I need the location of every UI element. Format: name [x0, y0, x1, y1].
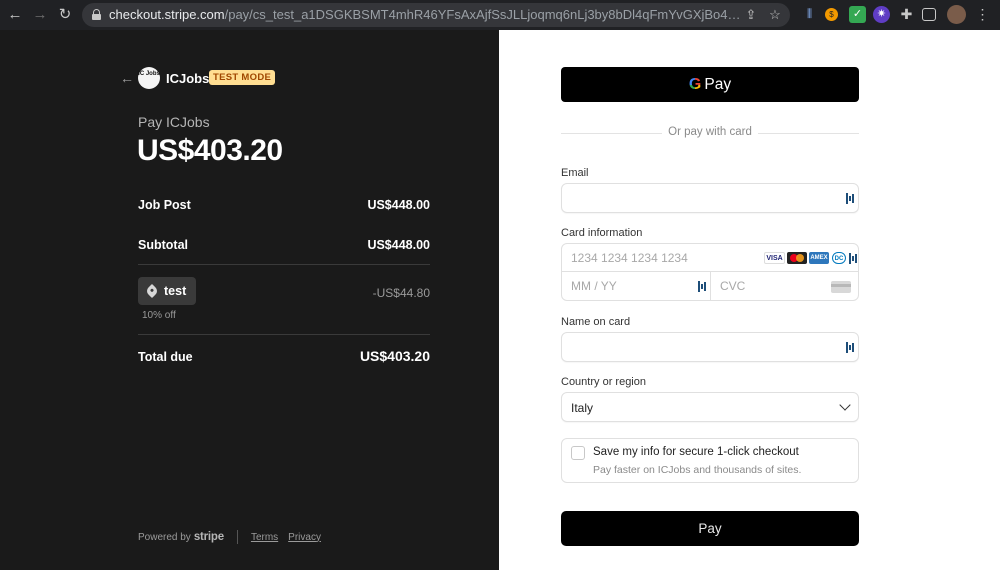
email-label: Email: [561, 167, 589, 179]
line-item-price: US$448.00: [367, 198, 430, 212]
pay-merchant-label: Pay ICJobs: [138, 114, 210, 130]
total-due-value: US$403.20: [359, 348, 430, 364]
amex-icon: AMEX: [809, 252, 829, 264]
back-arrow-icon[interactable]: ←: [120, 70, 134, 86]
stripe-logo[interactable]: stripe: [194, 531, 224, 543]
tag-icon: [144, 283, 160, 299]
url-path: /pay/cs_test_a1DSGKBSMT4mhR46YFsAxAjfSsJ…: [224, 8, 741, 22]
divider: [138, 334, 430, 335]
address-bar[interactable]: checkout.stripe.com/pay/cs_test_a1DSGKBS…: [82, 3, 790, 27]
password-manager-icon[interactable]: [846, 193, 854, 204]
save-info-checkbox[interactable]: [571, 446, 585, 460]
privacy-link[interactable]: Privacy: [288, 532, 321, 543]
password-manager-icon[interactable]: [846, 342, 854, 353]
forward-icon[interactable]: →: [30, 5, 50, 25]
divider: [138, 264, 430, 265]
country-value: Italy: [571, 401, 594, 415]
line-item-label: Job Post: [138, 198, 191, 212]
profile-avatar[interactable]: [947, 5, 966, 24]
name-on-card-field[interactable]: [561, 332, 859, 362]
bookmark-star-icon[interactable]: ☆: [766, 6, 784, 24]
share-icon[interactable]: ⇪: [742, 6, 760, 24]
expiry-placeholder: MM / YY: [571, 279, 617, 293]
name-on-card-label: Name on card: [561, 316, 631, 328]
google-g-icon: G: [688, 75, 702, 93]
discount-value: -US$44.80: [372, 286, 430, 300]
sidepanel-icon[interactable]: [922, 8, 936, 21]
diners-club-icon: DC: [832, 252, 846, 264]
test-mode-badge: TEST MODE: [209, 70, 276, 85]
footer-separator: [236, 530, 238, 544]
card-information-label: Card information: [561, 227, 643, 239]
promo-note: 10% off: [142, 310, 176, 321]
cvc-placeholder: CVC: [720, 279, 746, 293]
save-info-option[interactable]: Save my info for secure 1-click checkout…: [561, 438, 859, 483]
expiry-field[interactable]: MM / YY: [562, 272, 710, 300]
extension-shield-icon[interactable]: ✓: [849, 6, 866, 23]
reload-icon[interactable]: ↻: [55, 5, 75, 25]
back-icon[interactable]: ←: [5, 5, 25, 25]
lock-icon: [92, 9, 101, 20]
total-due-label: Total due: [138, 350, 193, 364]
card-number-placeholder: 1234 1234 1234 1234: [571, 251, 688, 265]
browser-toolbar: ← → ↻ checkout.stripe.com/pay/cs_test_a1…: [0, 0, 1000, 30]
chevron-down-icon: [839, 399, 851, 411]
password-manager-icon[interactable]: [849, 253, 857, 264]
extension-bars-icon[interactable]: ⫼: [801, 6, 818, 23]
merchant-name: ICJobs: [166, 71, 210, 86]
merchant-logo: IC Jobs: [138, 67, 160, 89]
email-field[interactable]: [561, 183, 859, 213]
powered-by-text: Powered by: [138, 531, 191, 543]
country-select[interactable]: Italy: [561, 392, 859, 422]
card-number-field[interactable]: 1234 1234 1234 1234 VISA AMEX DC: [562, 244, 858, 272]
save-info-subtitle: Pay faster on ICJobs and thousands of si…: [593, 464, 802, 476]
total-amount-heading: US$403.20: [137, 134, 283, 167]
or-divider: Or pay with card: [561, 126, 859, 138]
google-pay-label: Pay: [704, 75, 732, 93]
country-label: Country or region: [561, 376, 646, 388]
google-pay-button[interactable]: G Pay: [561, 67, 859, 102]
visa-icon: VISA: [764, 252, 785, 264]
extensions-puzzle-icon[interactable]: ✚: [898, 6, 915, 23]
promo-code-chip[interactable]: test: [138, 277, 197, 305]
extension-coin-icon[interactable]: $: [825, 8, 838, 21]
url-host: checkout.stripe.com: [109, 8, 225, 22]
password-manager-icon[interactable]: [698, 281, 706, 292]
card-information-field: 1234 1234 1234 1234 VISA AMEX DC MM / YY…: [561, 243, 859, 301]
terms-link[interactable]: Terms: [251, 532, 278, 543]
pay-button[interactable]: Pay: [561, 511, 859, 546]
menu-dots-icon[interactable]: ⋮: [974, 6, 991, 23]
subtotal-label: Subtotal: [138, 238, 188, 252]
subtotal-value: US$448.00: [367, 238, 430, 252]
cvc-card-icon: [831, 281, 851, 293]
save-info-title: Save my info for secure 1-click checkout: [593, 446, 799, 458]
footer: Powered by stripe Terms Privacy: [138, 530, 331, 544]
url-text[interactable]: checkout.stripe.com/pay/cs_test_a1DSGKBS…: [109, 8, 741, 22]
extension-star-icon[interactable]: ✷: [873, 6, 890, 23]
or-pay-with-card-text: Or pay with card: [662, 126, 758, 138]
mastercard-icon: [787, 252, 807, 264]
promo-code-text: test: [164, 284, 187, 298]
checkout-form-panel: G Pay Or pay with card Email Card inform…: [499, 30, 1000, 570]
order-summary-panel: ← IC Jobs ICJobs TEST MODE Pay ICJobs US…: [0, 30, 499, 570]
